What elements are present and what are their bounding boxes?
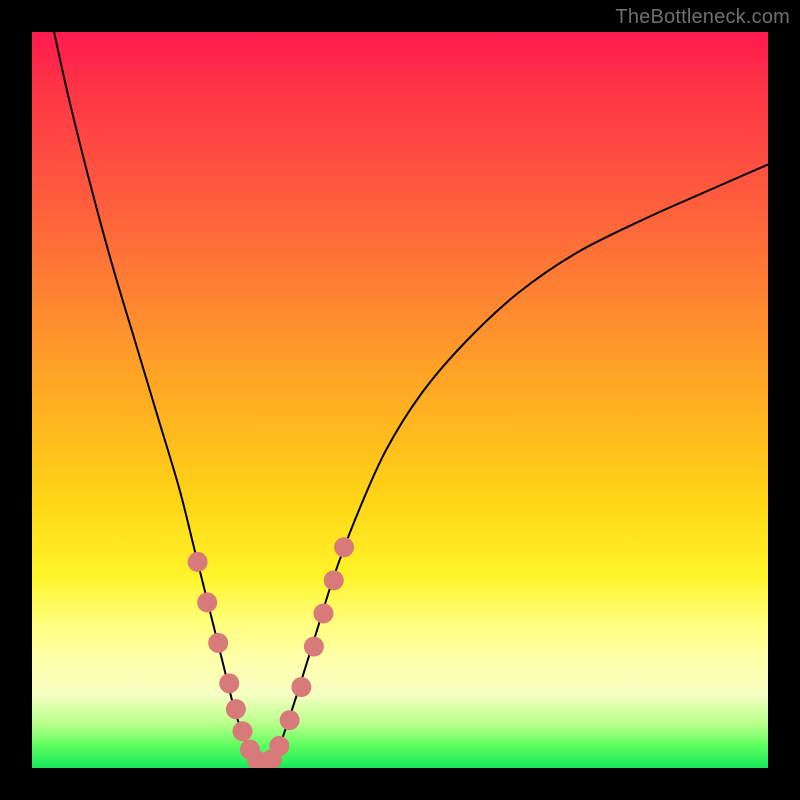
watermark-text: TheBottleneck.com <box>615 6 790 29</box>
marker-dot <box>188 552 208 572</box>
marker-dot <box>269 736 289 756</box>
marker-dot <box>219 673 239 693</box>
marker-dot <box>197 592 217 612</box>
marker-dot <box>233 721 253 741</box>
marker-cluster-group <box>188 537 354 768</box>
marker-dot <box>226 699 246 719</box>
chart-svg <box>32 32 768 768</box>
marker-dot <box>313 603 333 623</box>
marker-dot <box>324 570 344 590</box>
marker-dot <box>304 637 324 657</box>
plot-area <box>32 32 768 768</box>
marker-dot <box>280 710 300 730</box>
marker-dot <box>208 633 228 653</box>
marker-dot <box>291 677 311 697</box>
chart-stage: TheBottleneck.com <box>0 0 800 800</box>
marker-dot <box>334 537 354 557</box>
main-curve-path <box>54 32 768 767</box>
